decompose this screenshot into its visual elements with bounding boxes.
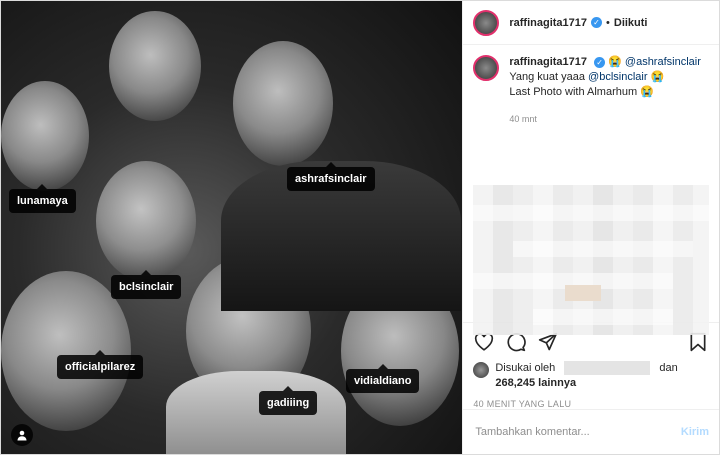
caption-username[interactable]: raffinagita1717 xyxy=(509,56,587,68)
person-face xyxy=(96,161,196,281)
author-avatar[interactable] xyxy=(473,9,500,36)
blur-stripe xyxy=(513,241,694,257)
caption-timestamp: 40 mnt xyxy=(509,114,537,124)
verified-badge-icon: ✓ xyxy=(591,17,603,28)
liker-avatar[interactable] xyxy=(473,362,490,378)
likes-text: Disukai oleh dan 268,245 lainnya xyxy=(495,361,678,391)
person-face xyxy=(233,41,333,166)
user-tag-vidialdiano[interactable]: vidialdiano xyxy=(346,364,420,393)
post-timestamp[interactable]: 40 MENIT YANG LALU xyxy=(463,391,719,409)
comment-composer: Kirim xyxy=(463,409,719,454)
crying-emoji: 😭 xyxy=(650,71,665,83)
likes-summary: Disukai oleh dan 268,245 lainnya xyxy=(463,361,719,391)
blur-stripe xyxy=(473,205,710,221)
post-sidebar: raffinagita1717 ✓ • Diikuti raffinagita1… xyxy=(462,1,719,454)
author-username[interactable]: raffinagita1717 xyxy=(509,17,587,29)
blurred-liker-name xyxy=(564,361,651,376)
person-face xyxy=(1,81,89,191)
instagram-post: lunamaya ashrafsinclair bclsinclair offi… xyxy=(0,0,720,455)
comment-input[interactable] xyxy=(473,425,681,439)
blurred-comments xyxy=(473,185,710,335)
post-photo[interactable]: lunamaya ashrafsinclair bclsinclair offi… xyxy=(1,1,463,454)
post-header: raffinagita1717 ✓ • Diikuti xyxy=(463,1,719,45)
mention-link[interactable]: @bclsinclair xyxy=(588,71,647,83)
caption-avatar[interactable] xyxy=(473,55,500,81)
verified-badge-icon: ✓ xyxy=(594,57,606,68)
caption: raffinagita1717 ✓ 😭 @ashrafsinclair Yang… xyxy=(473,55,709,100)
blur-accent xyxy=(565,285,602,301)
user-tags-icon[interactable] xyxy=(11,424,33,446)
likes-count[interactable]: 268,245 lainnya xyxy=(495,377,576,389)
crying-emoji: 😭 xyxy=(608,56,622,68)
user-tag-lunamaya[interactable]: lunamaya xyxy=(9,184,76,213)
user-tag-gadiiing[interactable]: gadiiing xyxy=(259,386,318,415)
liked-by-and: dan xyxy=(659,362,678,374)
send-comment-button[interactable]: Kirim xyxy=(681,426,709,438)
person-shirt xyxy=(166,371,346,454)
liked-by-prefix: Disukai oleh xyxy=(495,362,556,374)
user-tag-bclsinclair[interactable]: bclsinclair xyxy=(111,270,182,299)
separator-dot: • xyxy=(606,16,610,29)
user-tag-officialpilarez[interactable]: officialpilarez xyxy=(57,350,144,379)
mention-link[interactable]: @ashrafsinclair xyxy=(625,56,701,68)
user-tag-ashrafsinclair[interactable]: ashrafsinclair xyxy=(287,162,375,191)
caption-line1: Yang kuat yaaa xyxy=(509,71,589,83)
follow-status-button[interactable]: Diikuti xyxy=(614,17,648,29)
caption-text: raffinagita1717 ✓ 😭 @ashrafsinclair Yang… xyxy=(509,55,701,100)
caption-line2: Last Photo with Almarhum xyxy=(509,86,638,98)
blur-stripe xyxy=(533,309,674,325)
comments-area: raffinagita1717 ✓ 😭 @ashrafsinclair Yang… xyxy=(463,45,719,335)
crying-emoji: 😭 xyxy=(640,86,654,98)
person-face xyxy=(109,11,201,121)
